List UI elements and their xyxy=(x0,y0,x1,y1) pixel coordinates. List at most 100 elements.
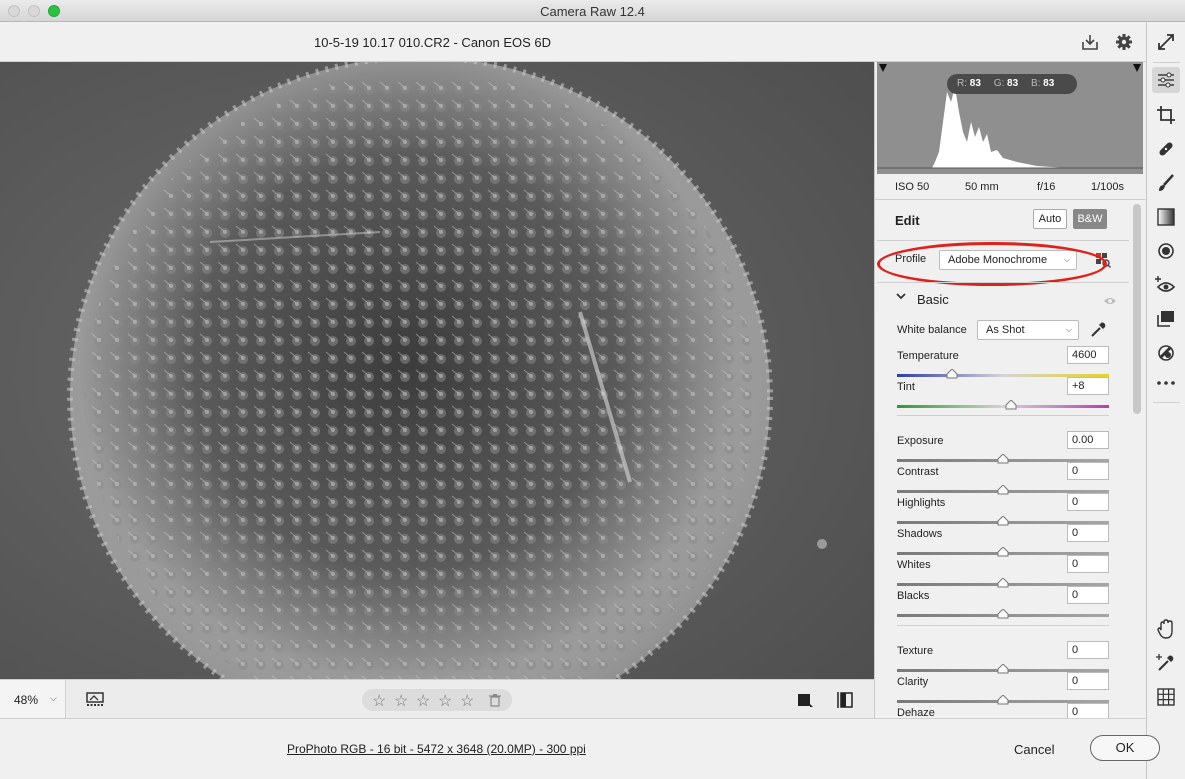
b-value: 83 xyxy=(1043,78,1055,89)
slider-thumb[interactable] xyxy=(997,515,1009,526)
chevron-down-icon: ⌵ xyxy=(50,693,57,703)
eye-icon[interactable] xyxy=(1103,295,1117,305)
cancel-button[interactable]: Cancel xyxy=(1014,742,1054,757)
chevron-down-icon[interactable] xyxy=(895,290,907,305)
zoom-select[interactable]: 48% ⌵ xyxy=(0,680,66,719)
camera-raw-window: Camera Raw 12.4 10-5-19 10.17 010.CR2 - … xyxy=(0,0,1185,779)
presets-icon[interactable] xyxy=(1155,342,1177,364)
slider-thumb[interactable] xyxy=(997,608,1009,619)
workflow-options-link[interactable]: ProPhoto RGB - 16 bit - 5472 x 3648 (20.… xyxy=(287,742,586,756)
grid-icon[interactable] xyxy=(1155,686,1177,708)
star-icon[interactable]: ☆ xyxy=(460,691,474,711)
gear-icon[interactable] xyxy=(1114,32,1134,52)
ok-button[interactable]: OK xyxy=(1090,735,1160,761)
slider-value-field[interactable]: 0.00 xyxy=(1067,431,1109,449)
zoom-value: 48% xyxy=(14,693,39,707)
slider-value-field[interactable]: 0 xyxy=(1067,703,1109,718)
auto-button[interactable]: Auto xyxy=(1033,209,1067,229)
bw-button[interactable]: B&W xyxy=(1073,209,1107,229)
slider-label: Clarity xyxy=(897,676,929,688)
slider-track[interactable] xyxy=(897,405,1109,408)
white-balance-select[interactable]: As Shot ⌵ xyxy=(977,320,1079,340)
red-eye-icon[interactable] xyxy=(1155,274,1177,296)
window-title: Camera Raw 12.4 xyxy=(540,4,645,19)
slider-value-field[interactable]: 0 xyxy=(1067,672,1109,690)
divider xyxy=(877,240,1129,241)
star-icon[interactable]: ☆ xyxy=(416,691,430,711)
rgb-readout: R: 83 G: 83 B: 83 xyxy=(947,74,1077,94)
hand-icon[interactable] xyxy=(1155,618,1177,640)
file-header: 10-5-19 10.17 010.CR2 - Canon EOS 6D xyxy=(0,22,1146,62)
chevron-down-icon: ⌵ xyxy=(1065,325,1072,334)
preview-mode-icon[interactable] xyxy=(797,692,813,708)
histogram: R: 83 G: 83 B: 83 xyxy=(877,62,1143,174)
slider-label: Shadows xyxy=(897,528,943,540)
slider-label: Texture xyxy=(897,645,934,657)
color-sampler-icon[interactable] xyxy=(1155,652,1177,674)
tools-sidebar xyxy=(1146,22,1185,779)
star-icon[interactable]: ☆ xyxy=(394,691,408,711)
save-image-icon[interactable] xyxy=(1080,32,1100,52)
slider-label: Temperature xyxy=(897,350,959,362)
slider-value-field[interactable]: 4600 xyxy=(1067,346,1109,364)
slider-value-field[interactable]: 0 xyxy=(1067,524,1109,542)
healing-bandage-icon[interactable] xyxy=(1155,138,1177,160)
before-after-icon[interactable] xyxy=(834,691,854,709)
more-icon[interactable] xyxy=(1155,372,1177,394)
slider-label: Highlights xyxy=(897,497,946,509)
slider-label: Tint xyxy=(897,381,915,393)
fullscreen-icon[interactable] xyxy=(1155,31,1177,53)
slider-value-field[interactable]: 0 xyxy=(1067,555,1109,573)
white-balance-label: White balance xyxy=(897,324,967,336)
brush-icon[interactable] xyxy=(1155,172,1177,194)
edit-panel: R: 83 G: 83 B: 83 ISO 50 50 mm f/16 1/10… xyxy=(874,62,1146,718)
slider-label: Dehaze xyxy=(897,707,935,718)
slider-thumb[interactable] xyxy=(997,663,1009,674)
slider-thumb[interactable] xyxy=(997,453,1009,464)
snapshots-icon[interactable] xyxy=(1155,308,1177,330)
slider-thumb[interactable] xyxy=(997,577,1009,588)
slider-label: Contrast xyxy=(897,466,939,478)
eyedropper-icon[interactable] xyxy=(1089,321,1107,339)
rating-stars: ☆ ☆ ☆ ☆ ☆ xyxy=(362,689,512,711)
basic-section-title[interactable]: Basic xyxy=(917,292,949,307)
b-label: B: xyxy=(1030,78,1041,89)
slider-value-field[interactable]: 0 xyxy=(1067,462,1109,480)
divider xyxy=(897,625,1109,626)
g-label: G: xyxy=(993,78,1005,89)
radial-filter-icon[interactable] xyxy=(1155,240,1177,262)
r-value: 83 xyxy=(969,78,981,89)
title-bar: Camera Raw 12.4 xyxy=(0,0,1185,22)
filmstrip-toggle-icon[interactable] xyxy=(86,691,106,709)
iso-value: ISO 50 xyxy=(895,181,930,193)
image-preview[interactable] xyxy=(0,62,874,679)
star-icon[interactable]: ☆ xyxy=(438,691,452,711)
slider-thumb[interactable] xyxy=(997,694,1009,705)
aperture: f/16 xyxy=(1037,181,1056,193)
edit-sliders-icon[interactable] xyxy=(1152,67,1180,93)
slider-value-field[interactable]: 0 xyxy=(1067,586,1109,604)
image-toolbar: 48% ⌵ ☆ ☆ ☆ ☆ ☆ xyxy=(0,679,874,719)
star-icon[interactable]: ☆ xyxy=(372,691,386,711)
slider-value-field[interactable]: +8 xyxy=(1067,377,1109,395)
slider-value-field[interactable]: 0 xyxy=(1067,493,1109,511)
slider-thumb[interactable] xyxy=(997,546,1009,557)
white-balance-value: As Shot xyxy=(986,324,1025,336)
divider xyxy=(877,282,1129,283)
slider-thumb[interactable] xyxy=(946,368,958,379)
monochrome-photo xyxy=(0,62,874,679)
slider-label: Whites xyxy=(897,559,931,571)
slider-label: Exposure xyxy=(897,435,944,447)
divider xyxy=(897,415,1109,416)
slider-value-field[interactable]: 0 xyxy=(1067,641,1109,659)
slider-label: Blacks xyxy=(897,590,930,602)
camera-info: ISO 50 50 mm f/16 1/100s xyxy=(875,174,1146,200)
slider-thumb[interactable] xyxy=(997,484,1009,495)
graduated-filter-icon[interactable] xyxy=(1155,206,1177,228)
divider xyxy=(1153,402,1180,403)
slider-thumb[interactable] xyxy=(1005,399,1017,410)
trash-icon[interactable] xyxy=(488,693,502,710)
panel-scrollbar[interactable] xyxy=(1133,204,1141,414)
edit-heading: Edit xyxy=(895,213,920,228)
crop-icon[interactable] xyxy=(1155,104,1177,126)
